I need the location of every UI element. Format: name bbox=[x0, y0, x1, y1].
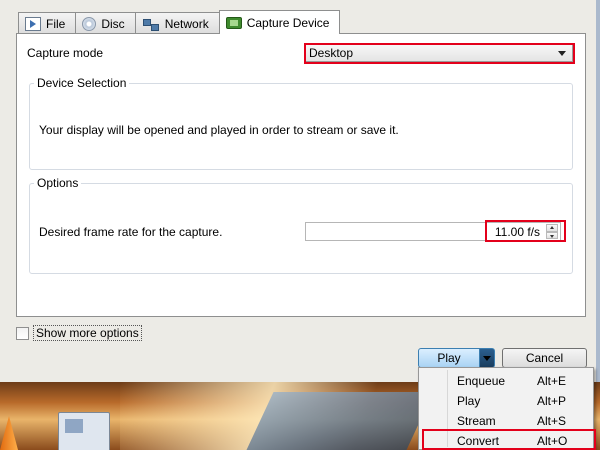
cancel-button-label: Cancel bbox=[525, 351, 564, 365]
tab-file-label: File bbox=[46, 16, 66, 31]
show-more-options-checkbox[interactable] bbox=[16, 326, 29, 340]
menu-item-convert-shortcut: Alt+O bbox=[537, 434, 568, 448]
desktop-document-icon bbox=[58, 412, 110, 450]
menu-item-stream-shortcut: Alt+S bbox=[537, 414, 567, 428]
capture-mode-select[interactable]: Desktop bbox=[305, 44, 573, 62]
menu-item-enqueue-label: Enqueue bbox=[457, 374, 506, 388]
frame-rate-stepper bbox=[546, 224, 558, 239]
frame-rate-spinbox[interactable]: 11.00 f/s bbox=[305, 222, 561, 241]
chevron-down-icon bbox=[558, 51, 566, 56]
menu-item-play-shortcut: Alt+P bbox=[537, 394, 567, 408]
show-more-options[interactable]: Show more options bbox=[16, 325, 142, 341]
play-dropdown-arrow-icon[interactable] bbox=[480, 348, 495, 368]
spin-down-icon[interactable] bbox=[546, 231, 558, 239]
capture-device-panel: Capture mode Desktop Device Selection Yo… bbox=[16, 33, 586, 317]
menu-item-stream[interactable]: Stream Alt+S bbox=[419, 411, 593, 431]
options-title: Options bbox=[37, 176, 79, 190]
capture-device-icon bbox=[225, 16, 242, 29]
play-button[interactable]: Play bbox=[418, 348, 480, 368]
play-split-button: Play bbox=[418, 348, 495, 368]
menu-item-enqueue[interactable]: Enqueue Alt+E bbox=[419, 371, 593, 391]
menu-item-enqueue-shortcut: Alt+E bbox=[537, 374, 567, 388]
tab-file[interactable]: File bbox=[18, 12, 77, 34]
tab-capture-device[interactable]: Capture Device bbox=[218, 10, 341, 34]
network-icon bbox=[142, 17, 160, 31]
menu-item-convert[interactable]: Convert Alt+O bbox=[419, 431, 593, 450]
cancel-button[interactable]: Cancel bbox=[502, 348, 587, 368]
desktop-window-shape bbox=[246, 392, 434, 450]
frame-rate-value: 11.00 f/s bbox=[494, 225, 540, 239]
frame-rate-label: Desired frame rate for the capture. bbox=[39, 225, 223, 239]
tab-disc[interactable]: Disc bbox=[75, 12, 136, 34]
menu-item-play[interactable]: Play Alt+P bbox=[419, 391, 593, 411]
play-dropdown-menu: Enqueue Alt+E Play Alt+P Stream Alt+S Co… bbox=[418, 367, 594, 450]
show-more-options-label: Show more options bbox=[33, 325, 142, 341]
spin-up-icon[interactable] bbox=[546, 224, 558, 232]
open-media-dialog: File Disc Network Capture Device Capture… bbox=[0, 0, 600, 382]
tab-bar: File Disc Network Capture Device bbox=[18, 10, 341, 34]
capture-mode-label: Capture mode bbox=[27, 46, 104, 60]
tab-disc-label: Disc bbox=[101, 16, 125, 31]
tab-network[interactable]: Network bbox=[134, 12, 220, 34]
file-icon bbox=[25, 16, 41, 31]
device-selection-description: Your display will be opened and played i… bbox=[39, 123, 399, 137]
vlc-cone-icon bbox=[0, 416, 18, 450]
device-selection-title: Device Selection bbox=[37, 76, 127, 90]
disc-icon bbox=[82, 16, 97, 31]
menu-item-stream-label: Stream bbox=[457, 414, 496, 428]
menu-item-play-label: Play bbox=[457, 394, 481, 408]
play-button-label: Play bbox=[437, 351, 461, 365]
menu-item-convert-label: Convert bbox=[457, 434, 500, 448]
tab-network-label: Network bbox=[164, 16, 209, 31]
capture-mode-value: Desktop bbox=[309, 46, 354, 60]
tab-capture-device-label: Capture Device bbox=[246, 15, 330, 30]
